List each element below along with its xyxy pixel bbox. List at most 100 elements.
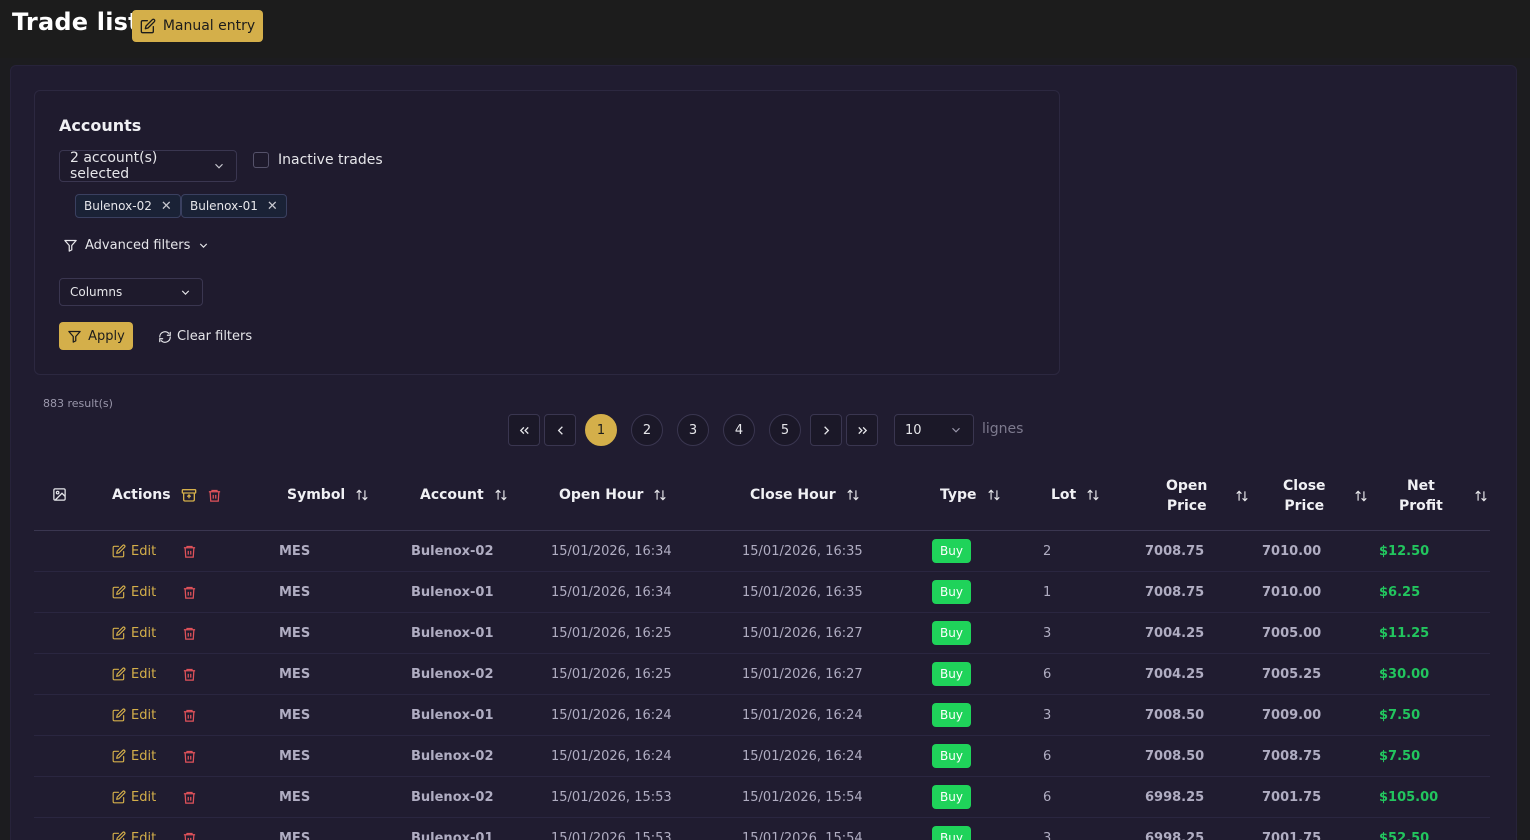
cell-type: Buy [932, 818, 971, 840]
sort-icon[interactable] [355, 488, 369, 502]
page-title: Trade list [12, 8, 140, 36]
first-page-button[interactable] [508, 414, 540, 446]
delete-button[interactable] [182, 736, 197, 776]
delete-button[interactable] [182, 572, 197, 612]
delete-button[interactable] [182, 654, 197, 694]
sort-icon[interactable] [846, 488, 860, 502]
type-badge: Buy [932, 580, 971, 604]
apply-label: Apply [88, 328, 125, 344]
column-header-open-price[interactable]: Open Price [1166, 476, 1249, 516]
cell-close-price: 7010.00 [1262, 584, 1322, 600]
edit-icon [112, 585, 126, 599]
table-row: Edit MES Bulenox-02 15/01/2026, 16:34 15… [34, 531, 1490, 572]
close-icon[interactable]: ✕ [161, 199, 172, 214]
edit-button[interactable]: Edit [112, 531, 156, 571]
next-page-button[interactable] [810, 414, 842, 446]
cell-type: Buy [932, 613, 971, 653]
type-badge: Buy [932, 662, 971, 686]
sort-icon[interactable] [1354, 489, 1368, 503]
close-icon[interactable]: ✕ [267, 199, 278, 214]
column-image-toggle[interactable] [52, 487, 67, 502]
delete-button[interactable] [182, 695, 197, 735]
apply-button[interactable]: Apply [59, 322, 133, 350]
column-header-line: Net [1406, 478, 1435, 494]
cell-open-hour: 15/01/2026, 16:24 [551, 748, 672, 764]
advanced-filters-toggle[interactable]: Advanced filters [63, 238, 210, 253]
page-button-2[interactable]: 2 [631, 414, 663, 446]
page-button-4[interactable]: 4 [723, 414, 755, 446]
sort-icon[interactable] [1235, 489, 1249, 503]
delete-button[interactable] [182, 613, 197, 653]
edit-button[interactable]: Edit [112, 572, 156, 612]
cell-lot: 6 [1043, 789, 1052, 805]
cell-lot: 1 [1043, 584, 1052, 600]
accounts-select[interactable]: 2 account(s) selected [59, 150, 237, 182]
column-header-net-profit[interactable]: Net Profit [1399, 476, 1488, 516]
cell-lot: 6 [1043, 748, 1052, 764]
cell-close-price: 7009.00 [1262, 707, 1322, 723]
rows-per-page-select[interactable]: 10 [894, 414, 974, 446]
sort-icon[interactable] [1474, 489, 1488, 503]
cell-symbol: MES [279, 707, 311, 723]
cell-net-profit: $105.00 [1379, 789, 1439, 805]
column-header-close-price[interactable]: Close Price [1283, 476, 1368, 516]
table-row: Edit MES Bulenox-02 15/01/2026, 16:24 15… [34, 736, 1490, 777]
sort-icon[interactable] [494, 488, 508, 502]
edit-button[interactable]: Edit [112, 695, 156, 735]
page-button-1[interactable]: 1 [585, 414, 617, 446]
inactive-trades-checkbox[interactable] [253, 152, 269, 168]
chevron-down-icon [179, 286, 192, 299]
page-button-5[interactable]: 5 [769, 414, 801, 446]
filter-icon [67, 329, 82, 344]
trash-icon [182, 667, 197, 682]
manual-entry-button[interactable]: Manual entry [132, 10, 263, 42]
edit-icon [112, 831, 126, 840]
column-header-close-hour[interactable]: Close Hour [750, 487, 860, 503]
cell-account: Bulenox-01 [411, 625, 494, 641]
edit-button[interactable]: Edit [112, 654, 156, 694]
cell-symbol: MES [279, 625, 311, 641]
account-chip: Bulenox-02 ✕ [75, 194, 181, 218]
column-header-type[interactable]: Type [940, 487, 1001, 503]
sort-icon[interactable] [653, 488, 667, 502]
delete-button[interactable] [182, 777, 197, 817]
cell-open-hour: 15/01/2026, 16:34 [551, 584, 672, 600]
table-row: Edit MES Bulenox-01 15/01/2026, 15:53 15… [34, 818, 1490, 840]
table-row: Edit MES Bulenox-01 15/01/2026, 16:34 15… [34, 572, 1490, 613]
edit-button[interactable]: Edit [112, 736, 156, 776]
column-header-account[interactable]: Account [420, 487, 508, 503]
clear-filters-button[interactable]: Clear filters [158, 329, 252, 344]
cell-account: Bulenox-01 [411, 707, 494, 723]
accounts-label: Accounts [59, 116, 142, 135]
prev-page-button[interactable] [544, 414, 576, 446]
column-header-lot[interactable]: Lot [1051, 487, 1100, 503]
cell-open-price: 6998.25 [1145, 789, 1205, 805]
edit-label: Edit [131, 748, 157, 764]
edit-label: Edit [131, 830, 157, 840]
columns-select[interactable]: Columns [59, 278, 203, 306]
delete-button[interactable] [182, 531, 197, 571]
edit-button[interactable]: Edit [112, 613, 156, 653]
page-button-3[interactable]: 3 [677, 414, 709, 446]
sort-icon[interactable] [1086, 488, 1100, 502]
trash-icon [182, 585, 197, 600]
last-page-button[interactable] [846, 414, 878, 446]
archive-icon[interactable] [181, 487, 197, 503]
edit-button[interactable]: Edit [112, 777, 156, 817]
sort-icon[interactable] [987, 488, 1001, 502]
column-header-label: Symbol [287, 487, 346, 503]
column-header-actions: Actions [112, 487, 222, 503]
cell-symbol: MES [279, 748, 311, 764]
type-badge: Buy [932, 539, 971, 563]
edit-button[interactable]: Edit [112, 818, 156, 840]
edit-label: Edit [131, 707, 157, 723]
column-header-open-hour[interactable]: Open Hour [559, 487, 667, 503]
delete-button[interactable] [182, 818, 197, 840]
trash-icon[interactable] [207, 488, 222, 503]
cell-close-hour: 15/01/2026, 16:35 [742, 584, 863, 600]
cell-close-price: 7010.00 [1262, 543, 1322, 559]
cell-symbol: MES [279, 830, 311, 840]
column-header-line: Profit [1399, 498, 1443, 514]
cell-close-hour: 15/01/2026, 16:27 [742, 625, 863, 641]
column-header-symbol[interactable]: Symbol [287, 487, 369, 503]
